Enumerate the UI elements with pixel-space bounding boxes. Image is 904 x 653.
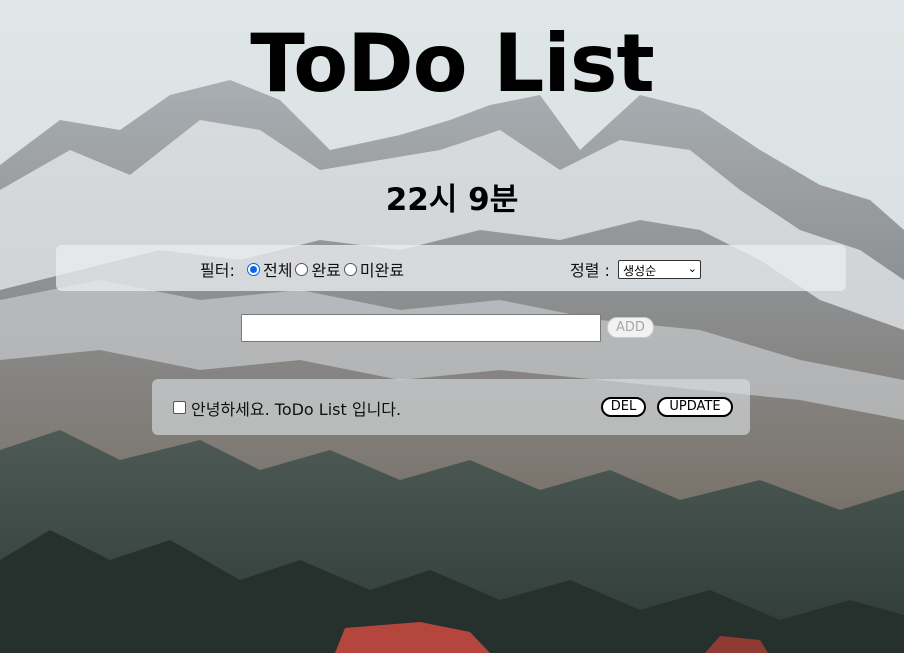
- add-button[interactable]: ADD: [607, 317, 654, 338]
- filter-option-undone[interactable]: 미완료: [343, 257, 405, 281]
- radio-icon[interactable]: [295, 262, 309, 276]
- filter-option-done[interactable]: 완료: [295, 257, 341, 281]
- todo-text: 안녕하세요. ToDo List 입니다.: [191, 400, 402, 419]
- sort-label: 정렬 :: [570, 261, 610, 280]
- filter-bar: 필터: 전체 완료 미완료 정렬 : 생성순 ⌄: [56, 245, 846, 291]
- clock-display: 22시 9분: [385, 182, 519, 218]
- filter-option-label: 완료: [311, 261, 341, 280]
- radio-icon[interactable]: [343, 262, 357, 276]
- page-title: ToDo List: [250, 17, 654, 110]
- delete-button[interactable]: DEL: [601, 397, 646, 417]
- filter-radio-group: 전체 완료 미완료: [247, 257, 407, 281]
- todo-input[interactable]: [241, 314, 601, 342]
- filter-option-label: 전체: [263, 261, 293, 280]
- chevron-down-icon: ⌄: [687, 262, 697, 275]
- sort-selected-value: 생성순: [623, 264, 657, 278]
- filter-option-label: 미완료: [359, 261, 405, 280]
- filter-label: 필터:: [200, 261, 235, 280]
- sort-select[interactable]: 생성순 ⌄: [618, 260, 701, 279]
- update-button[interactable]: UPDATE: [657, 397, 733, 417]
- todo-checkbox[interactable]: [173, 401, 186, 414]
- radio-selected-icon[interactable]: [247, 262, 260, 276]
- todo-item: 안녕하세요. ToDo List 입니다. DEL UPDATE: [152, 379, 750, 435]
- filter-option-all[interactable]: 전체: [247, 257, 292, 281]
